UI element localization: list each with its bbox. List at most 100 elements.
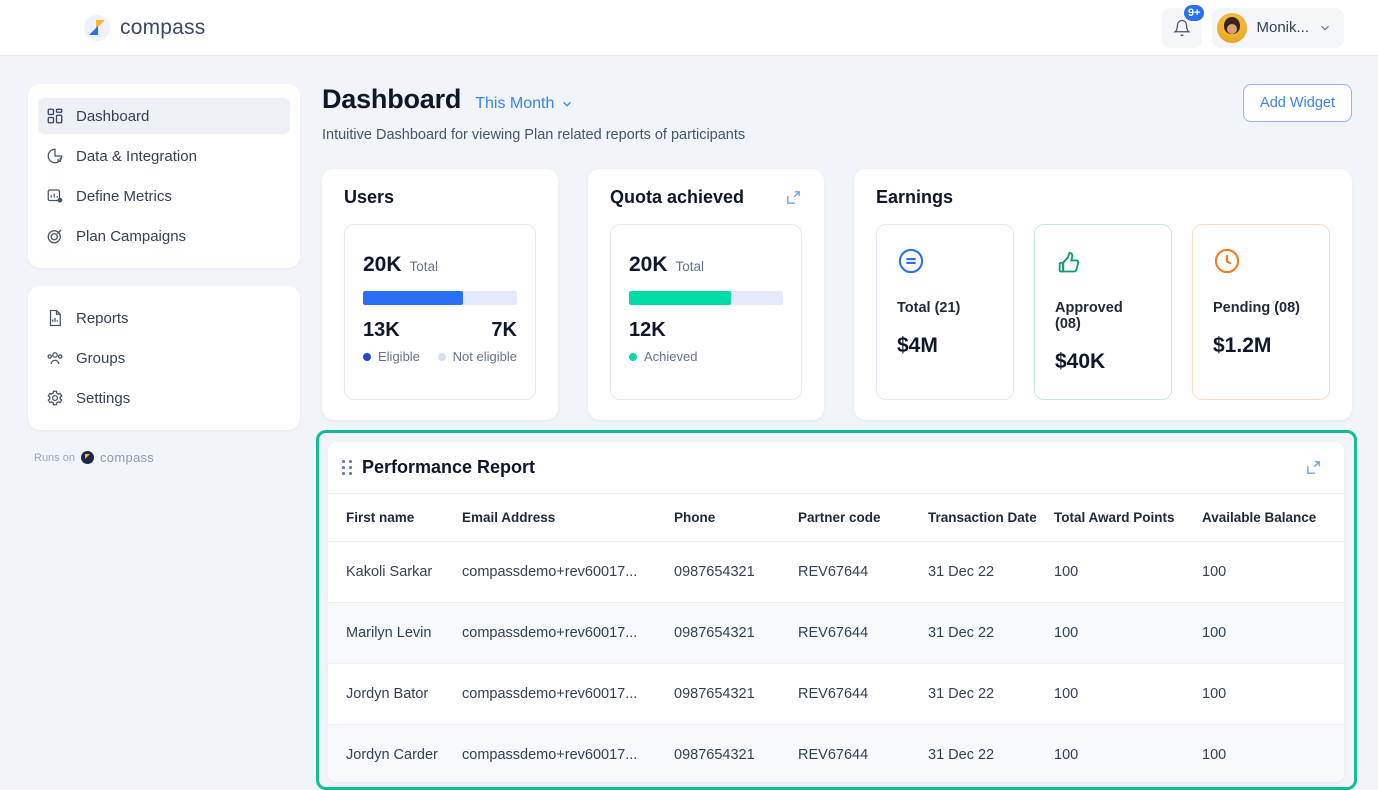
table-header-row: First name Email Address Phone Partner c… [328,494,1344,542]
earnings-card-title: Earnings [876,187,1330,208]
chevron-down-icon [560,97,574,111]
sidebar-item-label: Dashboard [76,108,149,125]
earnings-pending-label: Pending (08) [1213,300,1309,316]
table-cell: Jordyn Bator [328,664,462,725]
table-cell: 100 [1054,664,1202,725]
users-total-label: Total [410,259,439,274]
quota-progress-bar [629,291,783,305]
expand-icon[interactable] [1305,459,1322,476]
performance-report-panel: Performance Report First name Email Addr… [328,442,1344,782]
sidebar-group-secondary: Reports Groups Settings [28,286,300,430]
sidebar-item-label: Data & Integration [76,148,197,165]
column-header[interactable]: First name [328,494,462,542]
table-row[interactable]: Jordyn Cardercompassdemo+rev60017...0987… [328,725,1344,783]
sidebar-item-reports[interactable]: Reports [38,300,290,336]
runs-on-prefix: Runs on [34,452,75,464]
sidebar-item-label: Groups [76,350,125,367]
quota-achieved-legend: Achieved [629,349,697,364]
table-cell: REV67644 [798,664,928,725]
pie-chart-icon [46,147,64,165]
quota-total-value: 20K [629,253,668,277]
user-menu-button[interactable]: Monik... [1212,8,1344,48]
quota-card: Quota achieved 20K Total 12K [588,169,824,420]
table-body: Kakoli Sarkarcompassdemo+rev60017...0987… [328,542,1344,783]
table-cell: REV67644 [798,725,928,783]
table-cell: REV67644 [798,603,928,664]
sidebar-item-plan-campaigns[interactable]: Plan Campaigns [38,218,290,254]
page-header: Dashboard This Month Intuitive Dashboard… [322,84,1352,143]
table-cell: Kakoli Sarkar [328,542,462,603]
sidebar-group-primary: Dashboard Data & Integration Define Metr… [28,84,300,268]
sidebar-item-dashboard[interactable]: Dashboard [38,98,290,134]
sidebar: Dashboard Data & Integration Define Metr… [28,84,300,465]
table-cell: Marilyn Levin [328,603,462,664]
drag-handle-icon[interactable] [342,460,352,475]
earnings-total-box[interactable]: Total (21) $4M [876,224,1014,400]
gear-icon [46,389,64,407]
table-row[interactable]: Jordyn Batorcompassdemo+rev60017...09876… [328,664,1344,725]
equals-circle-icon [897,247,925,275]
table-cell: 100 [1202,725,1344,783]
sidebar-item-data-integration[interactable]: Data & Integration [38,138,290,174]
users-progress-fill [363,291,463,305]
notification-badge: 9+ [1182,3,1207,23]
table-cell: 100 [1202,664,1344,725]
table-row[interactable]: Marilyn Levincompassdemo+rev60017...0987… [328,603,1344,664]
stat-cards-row: Users 20K Total 13K 7K Eligible [322,169,1352,420]
earnings-pending-box[interactable]: Pending (08) $1.2M [1192,224,1330,400]
earnings-approved-label: Approved (08) [1055,300,1151,332]
brand-logo[interactable]: compass [84,15,205,41]
earnings-total-label: Total (21) [897,300,993,316]
legend-label: Achieved [644,349,697,364]
chevron-down-icon [1318,21,1332,35]
sidebar-item-settings[interactable]: Settings [38,380,290,416]
page-subtitle: Intuitive Dashboard for viewing Plan rel… [322,127,745,143]
sidebar-item-groups[interactable]: Groups [38,340,290,376]
column-header[interactable]: Total Award Points [1054,494,1202,542]
table-cell: compassdemo+rev60017... [462,664,674,725]
main-content: Dashboard This Month Intuitive Dashboard… [322,84,1352,420]
table-row[interactable]: Kakoli Sarkarcompassdemo+rev60017...0987… [328,542,1344,603]
table-cell: 31 Dec 22 [928,603,1054,664]
table-cell: 31 Dec 22 [928,664,1054,725]
period-selector[interactable]: This Month [475,95,574,113]
add-widget-button[interactable]: Add Widget [1243,84,1352,122]
performance-report-title: Performance Report [362,457,535,478]
clock-icon [1213,247,1241,275]
table-cell: 100 [1054,725,1202,783]
legend-dot [438,353,446,361]
expand-icon[interactable] [785,189,802,206]
column-header[interactable]: Available Balance [1202,494,1344,542]
column-header[interactable]: Email Address [462,494,674,542]
earnings-card: Earnings Total (21) $4M Approved (08) $4… [854,169,1352,420]
legend-label: Eligible [378,349,420,364]
users-card-title: Users [344,187,536,208]
table-cell: 31 Dec 22 [928,542,1054,603]
brand-name: compass [120,16,205,40]
notifications-button[interactable]: 9+ [1162,8,1202,48]
column-header[interactable]: Partner code [798,494,928,542]
table-cell: Jordyn Carder [328,725,462,783]
column-header[interactable]: Transaction Date [928,494,1054,542]
table-cell: compassdemo+rev60017... [462,725,674,783]
column-header[interactable]: Phone [674,494,798,542]
runs-on-brand: compass [100,450,154,465]
legend-dot [629,353,637,361]
report-document-icon [46,309,64,327]
compass-logo-icon [84,15,110,41]
table-cell: 100 [1054,542,1202,603]
table-cell: 0987654321 [674,725,798,783]
thumbs-up-icon [1055,247,1083,275]
quota-achieved-value: 12K [629,319,666,342]
earnings-approved-box[interactable]: Approved (08) $40K [1034,224,1172,400]
users-card: Users 20K Total 13K 7K Eligible [322,169,558,420]
quota-card-body: 20K Total 12K Achieved [610,224,802,400]
table-cell: 0987654321 [674,542,798,603]
metrics-icon [46,187,64,205]
sidebar-item-label: Plan Campaigns [76,228,186,245]
users-progress-bar [363,291,517,305]
sidebar-item-define-metrics[interactable]: Define Metrics [38,178,290,214]
table-cell: 31 Dec 22 [928,725,1054,783]
users-card-body: 20K Total 13K 7K Eligible [344,224,536,400]
table-cell: compassdemo+rev60017... [462,603,674,664]
